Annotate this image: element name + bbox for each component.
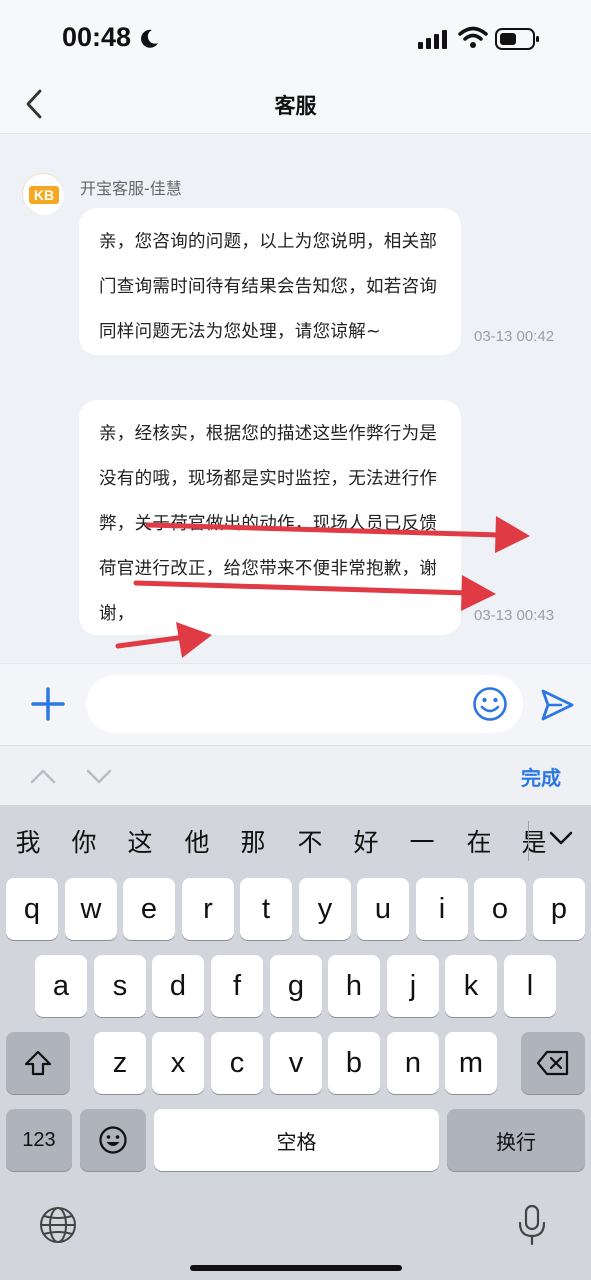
message-timestamp: 03-13 00:42 — [474, 328, 555, 345]
candidate-word[interactable]: 好 — [346, 823, 386, 859]
home-indicator — [190, 1265, 402, 1271]
message-bubble[interactable]: 亲，您咨询的问题，以上为您说明，相关部 门查询需时间待有结果会告知您，如若咨询 … — [79, 208, 461, 355]
key-x[interactable]: x — [152, 1032, 204, 1094]
key-d[interactable]: d — [152, 955, 204, 1017]
agent-avatar[interactable]: KB — [22, 173, 64, 215]
key-r[interactable]: r — [182, 878, 234, 940]
key-q[interactable]: q — [6, 878, 58, 940]
battery-icon — [495, 28, 539, 50]
message-input[interactable] — [86, 675, 523, 733]
chat-area[interactable]: KB 开宝客服-佳慧 亲，您咨询的问题，以上为您说明，相关部 门查询需时间待有结… — [0, 135, 591, 663]
done-button[interactable]: 完成 — [521, 762, 561, 791]
key-g[interactable]: g — [270, 955, 322, 1017]
key-e[interactable]: e — [123, 878, 175, 940]
cellular-signal-icon — [418, 30, 447, 49]
status-bar: 00:48 — [0, 0, 591, 74]
message-line: 荷官进行改正，给您带来不便非常抱歉，谢 — [99, 559, 438, 579]
expand-candidates-icon[interactable] — [546, 823, 576, 853]
keyboard-toolbar: 完成 — [0, 745, 591, 805]
key-s[interactable]: s — [94, 955, 146, 1017]
key-v[interactable]: v — [270, 1032, 322, 1094]
key-n[interactable]: n — [387, 1032, 439, 1094]
message-line: 弊，关于荷官做出的动作，现场人员已反馈 — [99, 514, 438, 534]
key-k[interactable]: k — [445, 955, 497, 1017]
red-arrow — [115, 634, 188, 649]
plus-icon[interactable] — [28, 684, 68, 724]
key-m[interactable]: m — [445, 1032, 497, 1094]
status-time: 00:48 — [62, 22, 132, 52]
message-line: 没有的哦，现场都是实时监控，无法进行作 — [99, 469, 438, 489]
keyboard: 我 你 这 他 那 不 好 一 在 是 q w e r t y u i o p … — [0, 805, 591, 1280]
key-p[interactable]: p — [533, 878, 585, 940]
emoji-key[interactable] — [80, 1109, 146, 1171]
candidate-word[interactable]: 你 — [64, 823, 104, 859]
chevron-up-icon[interactable] — [28, 762, 58, 790]
message-timestamp: 03-13 00:43 — [474, 607, 555, 624]
kb-logo-icon: KB — [24, 175, 64, 215]
message-line: 同样问题无法为您处理，请您谅解~ — [99, 322, 381, 342]
key-o[interactable]: o — [474, 878, 526, 940]
message-bubble[interactable]: 亲，经核实，根据您的描述这些作弊行为是 没有的哦，现场都是实时监控，无法进行作 … — [79, 400, 461, 635]
key-u[interactable]: u — [357, 878, 409, 940]
shift-icon — [24, 1050, 52, 1076]
message-line: 门查询需时间待有结果会告知您，如若咨询 — [99, 277, 438, 297]
candidate-bar: 我 你 这 他 那 不 好 一 在 是 — [0, 805, 591, 875]
message-line: 亲，您咨询的问题，以上为您说明，相关部 — [99, 232, 438, 252]
input-bar — [0, 663, 591, 745]
key-l[interactable]: l — [504, 955, 556, 1017]
key-z[interactable]: z — [94, 1032, 146, 1094]
numbers-key[interactable]: 123 — [6, 1109, 72, 1171]
key-c[interactable]: c — [211, 1032, 263, 1094]
candidate-word[interactable]: 那 — [233, 823, 273, 859]
candidate-word[interactable]: 这 — [120, 823, 160, 859]
key-h[interactable]: h — [328, 955, 380, 1017]
key-y[interactable]: y — [299, 878, 351, 940]
red-arrow-head — [461, 575, 496, 611]
moon-icon — [141, 29, 158, 48]
key-i[interactable]: i — [416, 878, 468, 940]
nav-bar: 客服 — [0, 74, 591, 134]
message-line: 亲，经核实，根据您的描述这些作弊行为是 — [99, 424, 438, 444]
chevron-down-icon[interactable] — [84, 762, 114, 790]
candidate-word[interactable]: 在 — [459, 823, 499, 859]
key-t[interactable]: t — [240, 878, 292, 940]
emoji-keyboard-icon — [99, 1126, 127, 1154]
candidate-divider — [528, 821, 529, 861]
key-a[interactable]: a — [35, 955, 87, 1017]
return-key[interactable]: 换行 — [447, 1109, 585, 1171]
globe-icon[interactable] — [38, 1205, 78, 1245]
svg-text:KB: KB — [34, 187, 54, 203]
shift-key[interactable] — [6, 1032, 70, 1094]
candidate-word[interactable]: 我 — [8, 823, 48, 859]
send-icon[interactable] — [537, 685, 577, 725]
candidate-word[interactable]: 不 — [290, 823, 330, 859]
key-w[interactable]: w — [65, 878, 117, 940]
key-b[interactable]: b — [328, 1032, 380, 1094]
agent-name: 开宝客服-佳慧 — [80, 179, 182, 198]
wifi-icon — [458, 26, 488, 48]
candidate-word[interactable]: 一 — [402, 823, 442, 859]
space-key[interactable]: 空格 — [154, 1109, 439, 1171]
key-j[interactable]: j — [387, 955, 439, 1017]
candidate-word[interactable]: 他 — [177, 823, 217, 859]
backspace-icon — [536, 1050, 569, 1076]
emoji-icon[interactable] — [472, 686, 508, 722]
delete-key[interactable] — [521, 1032, 585, 1094]
page-title: 客服 — [274, 94, 317, 118]
microphone-icon[interactable] — [516, 1203, 548, 1247]
key-f[interactable]: f — [211, 955, 263, 1017]
message-line: 谢， — [99, 604, 135, 624]
red-arrow-head — [495, 516, 530, 553]
